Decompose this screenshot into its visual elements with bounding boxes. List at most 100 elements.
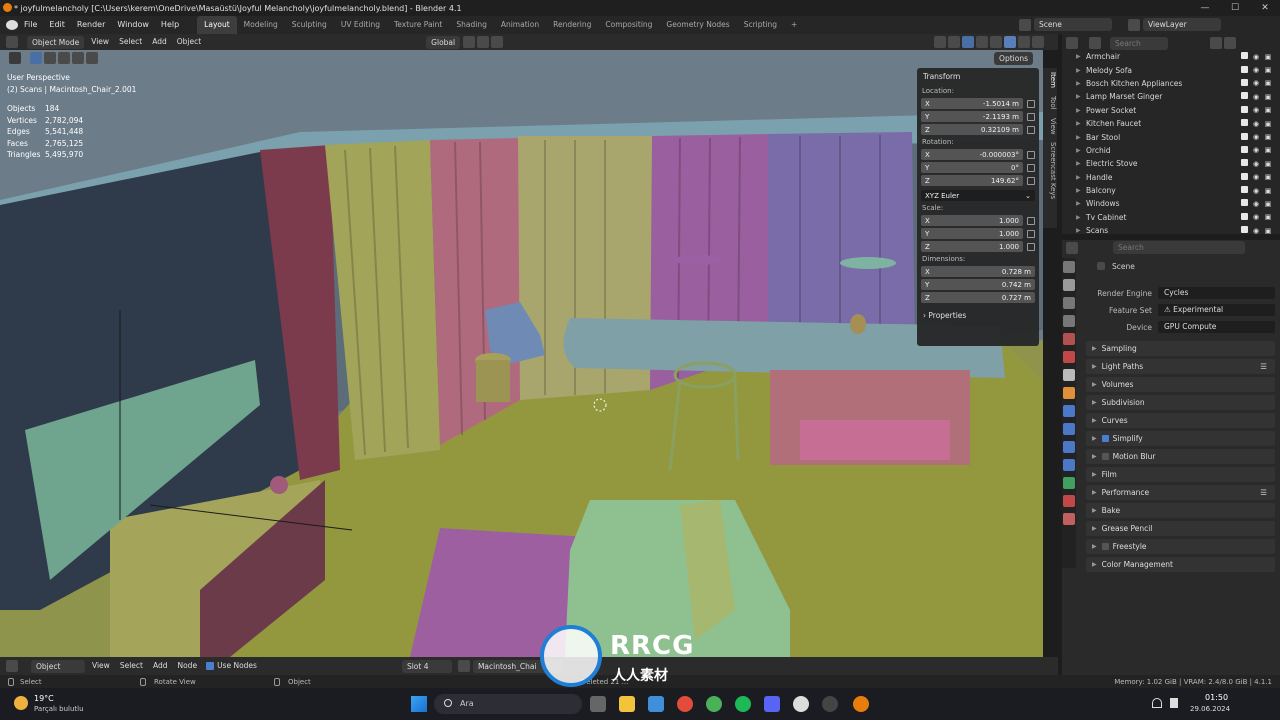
snap-icon[interactable] <box>477 36 490 48</box>
properties-header[interactable]: › Properties <box>917 307 1039 324</box>
discord-icon[interactable] <box>764 696 780 712</box>
outliner-item[interactable]: ▶ Orchid ◉ ▣ <box>1062 144 1280 157</box>
render-engine-select[interactable]: Cycles <box>1158 287 1275 299</box>
expand-icon[interactable]: ▶ <box>1076 134 1086 141</box>
location-z-field[interactable]: Z 0.32109 m <box>921 124 1023 135</box>
camera-icon[interactable]: ▣ <box>1262 93 1274 101</box>
tab-view[interactable]: View <box>1043 114 1057 139</box>
chrome-icon[interactable] <box>677 696 693 712</box>
expand-icon[interactable]: ▶ <box>1076 147 1086 154</box>
lock-icon[interactable] <box>1027 150 1035 159</box>
view-layer-selector[interactable]: ViewLayer <box>1143 18 1221 31</box>
data-tab-icon[interactable] <box>1063 477 1075 489</box>
dimensions-x-field[interactable]: X 0.728 m <box>921 266 1035 277</box>
panel-checkbox[interactable] <box>1101 543 1109 550</box>
collection-tab-icon[interactable] <box>1063 369 1075 381</box>
orientation-selector[interactable]: Global <box>426 35 461 49</box>
eye-icon[interactable]: ◉ <box>1250 213 1262 221</box>
outliner-item[interactable]: ▶ Kitchen Faucet ◉ ▣ <box>1062 117 1280 130</box>
scale-z-field[interactable]: Z 1.000 <box>921 241 1023 252</box>
checkbox-icon[interactable] <box>1238 226 1250 235</box>
photos-icon[interactable] <box>648 696 664 712</box>
scene-selector[interactable]: Scene <box>1034 18 1112 31</box>
scale-y-field[interactable]: Y 1.000 <box>921 228 1023 239</box>
expand-icon[interactable]: ▶ <box>1076 93 1086 100</box>
camera-icon[interactable]: ▣ <box>1262 106 1274 114</box>
editor-type-icon[interactable] <box>6 36 18 48</box>
menu-help[interactable]: Help <box>155 16 185 34</box>
tab-modeling[interactable]: Modeling <box>237 16 285 34</box>
particles-tab-icon[interactable] <box>1063 423 1075 435</box>
minimize-button[interactable]: — <box>1190 0 1220 16</box>
panel-motion-blur[interactable]: ▶ Motion Blur <box>1086 449 1275 464</box>
menu-view[interactable]: View <box>87 658 115 674</box>
render-tab-icon[interactable] <box>1063 279 1075 291</box>
panel-performance[interactable]: ▶ Performance ☰ <box>1086 485 1275 500</box>
eye-icon[interactable]: ◉ <box>1250 173 1262 181</box>
outliner-item[interactable]: ▶ Melody Sofa ◉ ▣ <box>1062 63 1280 76</box>
panel-color-management[interactable]: ▶ Color Management <box>1086 557 1275 572</box>
slot-select[interactable]: Slot 4 <box>401 659 452 673</box>
eye-icon[interactable]: ◉ <box>1250 160 1262 168</box>
eye-icon[interactable]: ◉ <box>1250 187 1262 195</box>
lock-icon[interactable] <box>1027 216 1035 225</box>
menu-add[interactable]: Add <box>147 34 172 50</box>
location-x-field[interactable]: X -1.5014 m <box>921 98 1023 109</box>
object-tab-icon[interactable] <box>1063 387 1075 399</box>
select-subtract-icon[interactable] <box>58 52 70 64</box>
scene-tab-icon[interactable] <box>1063 333 1075 345</box>
tab-rendering[interactable]: Rendering <box>546 16 598 34</box>
menu-add[interactable]: Add <box>148 658 173 674</box>
panel-film[interactable]: ▶ Film <box>1086 467 1275 482</box>
camera-icon[interactable]: ▣ <box>1262 213 1274 221</box>
expand-icon[interactable]: ▶ <box>1076 160 1086 167</box>
material-tab-icon[interactable] <box>1063 495 1075 507</box>
chrome-2-icon[interactable] <box>706 696 722 712</box>
xray-icon[interactable] <box>976 36 988 48</box>
scale-x-field[interactable]: X 1.000 <box>921 215 1023 226</box>
checkbox-icon[interactable] <box>1238 78 1250 88</box>
gizmo-icon[interactable] <box>948 36 960 48</box>
rotation-y-field[interactable]: Y 0° <box>921 162 1023 173</box>
new-collection-icon[interactable] <box>1224 37 1236 49</box>
use-nodes-checkbox[interactable] <box>206 662 215 670</box>
menu-render[interactable]: Render <box>71 16 111 34</box>
expand-icon[interactable]: ▶ <box>1076 107 1086 114</box>
outliner-item[interactable]: ▶ Windows ◉ ▣ <box>1062 197 1280 210</box>
select-tool-icon[interactable] <box>9 52 21 64</box>
output-tab-icon[interactable] <box>1063 297 1075 309</box>
properties-search-input[interactable]: Search <box>1113 241 1245 254</box>
material-icon[interactable] <box>457 660 470 672</box>
eye-icon[interactable]: ◉ <box>1250 146 1262 154</box>
eye-icon[interactable]: ◉ <box>1250 133 1262 141</box>
lock-icon[interactable] <box>1027 176 1035 185</box>
expand-icon[interactable]: ▶ <box>1076 187 1086 194</box>
panel-checkbox[interactable] <box>1101 453 1109 460</box>
panel-freestyle[interactable]: ▶ Freestyle <box>1086 539 1275 554</box>
camera-icon[interactable]: ▣ <box>1262 200 1274 208</box>
tab-layout[interactable]: Layout <box>197 16 237 34</box>
task-view-icon[interactable] <box>590 696 606 712</box>
lock-icon[interactable] <box>1027 125 1035 134</box>
eye-icon[interactable]: ◉ <box>1250 200 1262 208</box>
taskbar-search[interactable]: Ara <box>434 694 582 714</box>
panel-volumes[interactable]: ▶ Volumes <box>1086 377 1275 392</box>
tool-tab-icon[interactable] <box>1063 261 1075 273</box>
checkbox-icon[interactable] <box>1238 145 1250 155</box>
start-icon[interactable] <box>411 696 427 712</box>
panel-grease-pencil[interactable]: ▶ Grease Pencil <box>1086 521 1275 536</box>
panel-subdivision[interactable]: ▶ Subdivision <box>1086 395 1275 410</box>
device-select[interactable]: GPU Compute <box>1158 321 1275 333</box>
expand-icon[interactable]: ▶ <box>1076 120 1086 127</box>
panel-bake[interactable]: ▶ Bake <box>1086 503 1275 518</box>
menu-file[interactable]: File <box>18 16 43 34</box>
list-icon[interactable]: ☰ <box>1260 362 1267 371</box>
outliner-item[interactable]: ▶ Bar Stool ◉ ▣ <box>1062 130 1280 143</box>
obs-icon[interactable] <box>822 696 838 712</box>
weather-temp[interactable]: 19°C <box>34 694 54 703</box>
outliner-item[interactable]: ▶ Balcony ◉ ▣ <box>1062 184 1280 197</box>
outliner-item[interactable]: ▶ Lamp Marset Ginger ◉ ▣ <box>1062 90 1280 103</box>
tab-texture-paint[interactable]: Texture Paint <box>387 16 449 34</box>
weather-icon[interactable] <box>14 696 28 710</box>
checkbox-icon[interactable] <box>1238 65 1250 75</box>
